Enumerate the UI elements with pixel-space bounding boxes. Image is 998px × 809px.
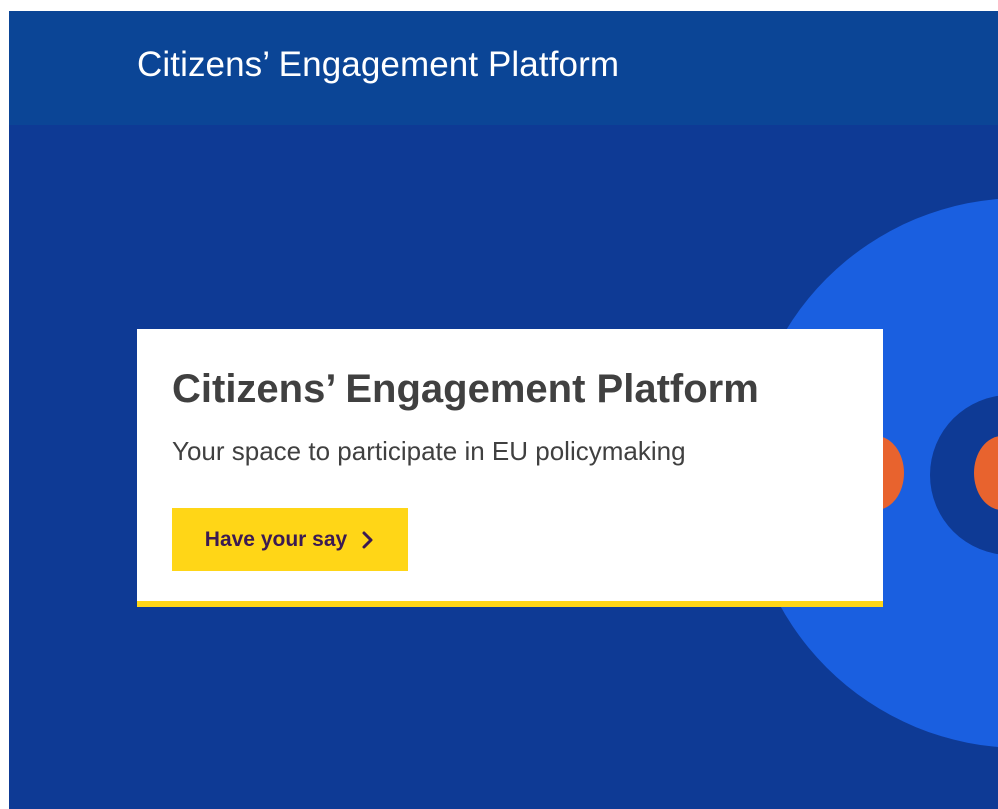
hero-banner: Citizens’ Engagement Platform Your space…: [9, 125, 998, 809]
chevron-right-icon: [361, 530, 375, 550]
page-frame: Citizens’ Engagement Platform Citizens’ …: [9, 11, 998, 809]
hero-card: Citizens’ Engagement Platform Your space…: [137, 329, 883, 607]
site-header: Citizens’ Engagement Platform: [9, 11, 998, 125]
have-your-say-label: Have your say: [204, 527, 348, 551]
hero-title: Citizens’ Engagement Platform: [172, 367, 759, 411]
site-title[interactable]: Citizens’ Engagement Platform: [137, 45, 619, 85]
hero-subtitle: Your space to participate in EU policyma…: [172, 436, 686, 466]
have-your-say-button[interactable]: Have your say: [172, 508, 408, 571]
